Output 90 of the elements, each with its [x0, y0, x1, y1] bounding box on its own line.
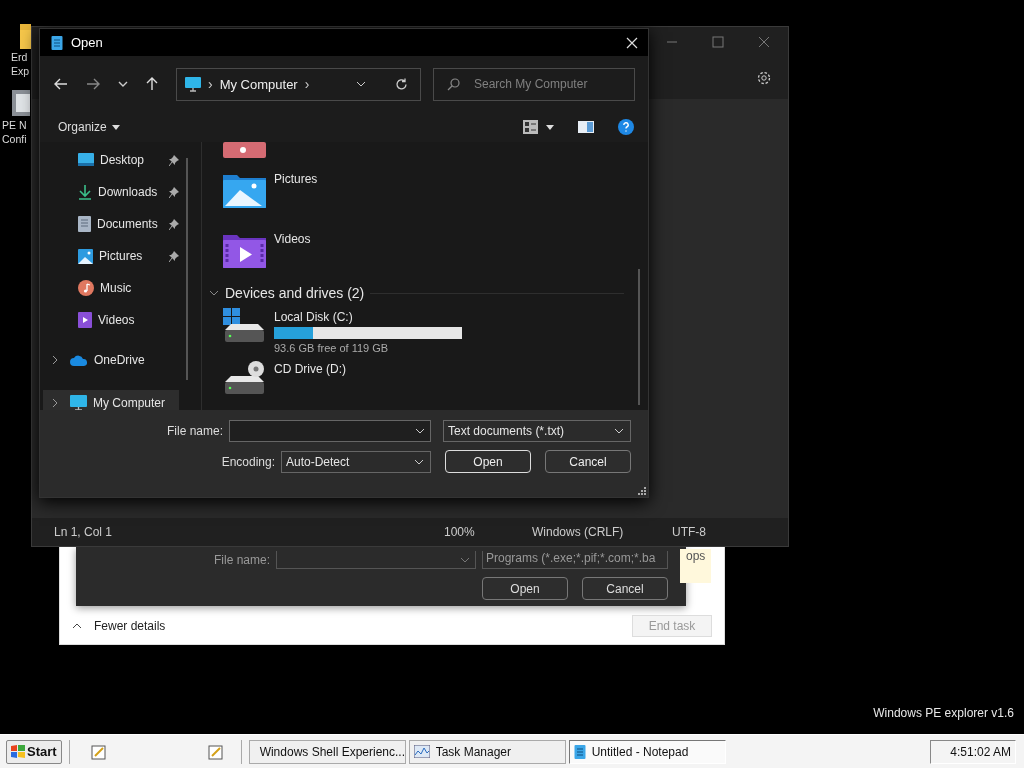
taskbar-button[interactable]: Windows Shell Experienc... [248, 739, 406, 764]
music-folder-icon[interactable] [223, 142, 266, 158]
up-arrow-icon[interactable] [146, 77, 158, 91]
version-label: Windows PE explorer v1.6 [873, 706, 1014, 720]
clock: 4:51:02 AM [930, 739, 1016, 764]
pictures-folder-icon [223, 172, 266, 208]
chevron-up-icon [72, 623, 82, 629]
pin-icon[interactable] [169, 154, 179, 166]
desktop-icon [78, 153, 94, 167]
refresh-icon[interactable] [395, 77, 408, 91]
file-name-field[interactable] [276, 551, 476, 569]
music-icon [78, 280, 94, 296]
start-button[interactable]: Start [6, 739, 62, 764]
field-label: File name: [213, 553, 270, 567]
preview-pane-icon[interactable] [578, 121, 594, 133]
cloud-icon [70, 354, 88, 366]
file-type-dropdown[interactable]: Programs (*.exe;*.pif;*.com;*.ba [482, 551, 668, 569]
status-text: UTF-8 [671, 525, 706, 539]
cancel-button[interactable]: Cancel [545, 450, 631, 473]
chevron-right-icon[interactable] [52, 355, 58, 365]
open-button[interactable]: Open [482, 577, 568, 600]
sidebar-item[interactable]: Documents [43, 208, 179, 240]
chevron-down-icon [614, 428, 624, 434]
group-header[interactable]: Devices and drives (2) [209, 282, 648, 304]
status-text: Ln 1, Col 1 [53, 525, 114, 539]
cancel-button[interactable]: Cancel [582, 577, 668, 600]
file-type-dropdown[interactable]: Text documents (*.txt) [443, 420, 631, 442]
document-icon [78, 216, 91, 232]
sidebar-item[interactable]: Videos [43, 304, 179, 336]
field-label: Encoding: [221, 454, 275, 469]
search-field[interactable]: Search My Computer [433, 67, 635, 101]
hard-drive-icon [223, 308, 266, 344]
cd-drive-icon [223, 360, 266, 396]
address-bar[interactable]: › My Computer › [176, 67, 421, 101]
videos-folder-icon [223, 232, 266, 268]
dialog-title: Open [71, 35, 103, 50]
help-icon[interactable] [618, 119, 634, 135]
sidebar-item[interactable]: Pictures [43, 240, 179, 272]
video-icon [78, 312, 92, 328]
monitor-icon [185, 76, 201, 92]
dropdown-arrow-icon[interactable] [546, 124, 554, 130]
sidebar-item[interactable]: Desktop [43, 144, 179, 176]
chevron-down-icon[interactable] [118, 81, 128, 87]
application-icon[interactable] [10, 88, 30, 118]
open-button[interactable]: Open [445, 450, 531, 473]
desktop-icon-label: Exp [10, 64, 30, 78]
monitor-icon [70, 395, 87, 410]
encoding-dropdown[interactable]: Auto-Detect [281, 450, 431, 473]
back-arrow-icon[interactable] [54, 78, 68, 90]
drive-item[interactable]: CD Drive (D:) [223, 360, 648, 410]
folder-item[interactable]: Pictures [223, 162, 648, 218]
pin-icon[interactable] [169, 218, 179, 230]
chevron-down-icon [414, 458, 424, 465]
notepad-icon [573, 744, 586, 759]
caret-icon [111, 124, 120, 130]
sidebar-item[interactable]: Downloads [43, 176, 179, 208]
pin-icon[interactable] [169, 186, 179, 198]
organize-menu[interactable]: Organize [58, 120, 120, 134]
resize-grip-icon[interactable] [638, 487, 646, 495]
field-label: File name: [166, 424, 223, 438]
download-icon [78, 184, 92, 200]
folder-item[interactable]: Videos [223, 222, 648, 278]
chevron-right-icon[interactable] [52, 398, 58, 408]
pin-icon[interactable] [169, 250, 179, 262]
active-taskbar-button[interactable]: Untitled - Notepad [568, 739, 726, 764]
chevron-down-icon [460, 556, 470, 563]
chevron-down-icon[interactable] [356, 81, 366, 87]
chart-icon [413, 745, 430, 758]
forward-arrow-icon[interactable] [86, 78, 100, 90]
taskbar-button[interactable]: Task Manager [408, 739, 566, 764]
picture-icon [78, 248, 93, 264]
selected-sidebar-item[interactable]: My Computer [43, 390, 179, 410]
drive-item[interactable]: Local Disk (C:) 93.6 GB free of 119 GB [223, 308, 648, 360]
maximize-icon[interactable] [712, 36, 724, 48]
chevron-down-icon [415, 428, 425, 434]
sidebar-item[interactable]: Music [43, 272, 179, 304]
desktop-icon-label: Erd [10, 50, 28, 64]
notepad-icon [51, 35, 63, 50]
status-text: Windows (CRLF) [531, 525, 625, 539]
file-name-field[interactable] [229, 420, 431, 442]
windows-logo-icon [11, 745, 25, 758]
desktop-icon-label: PE N [1, 118, 27, 132]
desktop-icon-label: Confi [1, 132, 27, 146]
view-options-icon[interactable] [523, 120, 538, 134]
status-text: 100% [443, 525, 476, 539]
sidebar-item[interactable]: OneDrive [43, 344, 179, 376]
fewer-details-toggle[interactable]: Fewer details [72, 619, 166, 633]
settings-icon[interactable] [756, 70, 772, 86]
search-icon [447, 77, 460, 91]
column-text: ops [680, 549, 712, 583]
